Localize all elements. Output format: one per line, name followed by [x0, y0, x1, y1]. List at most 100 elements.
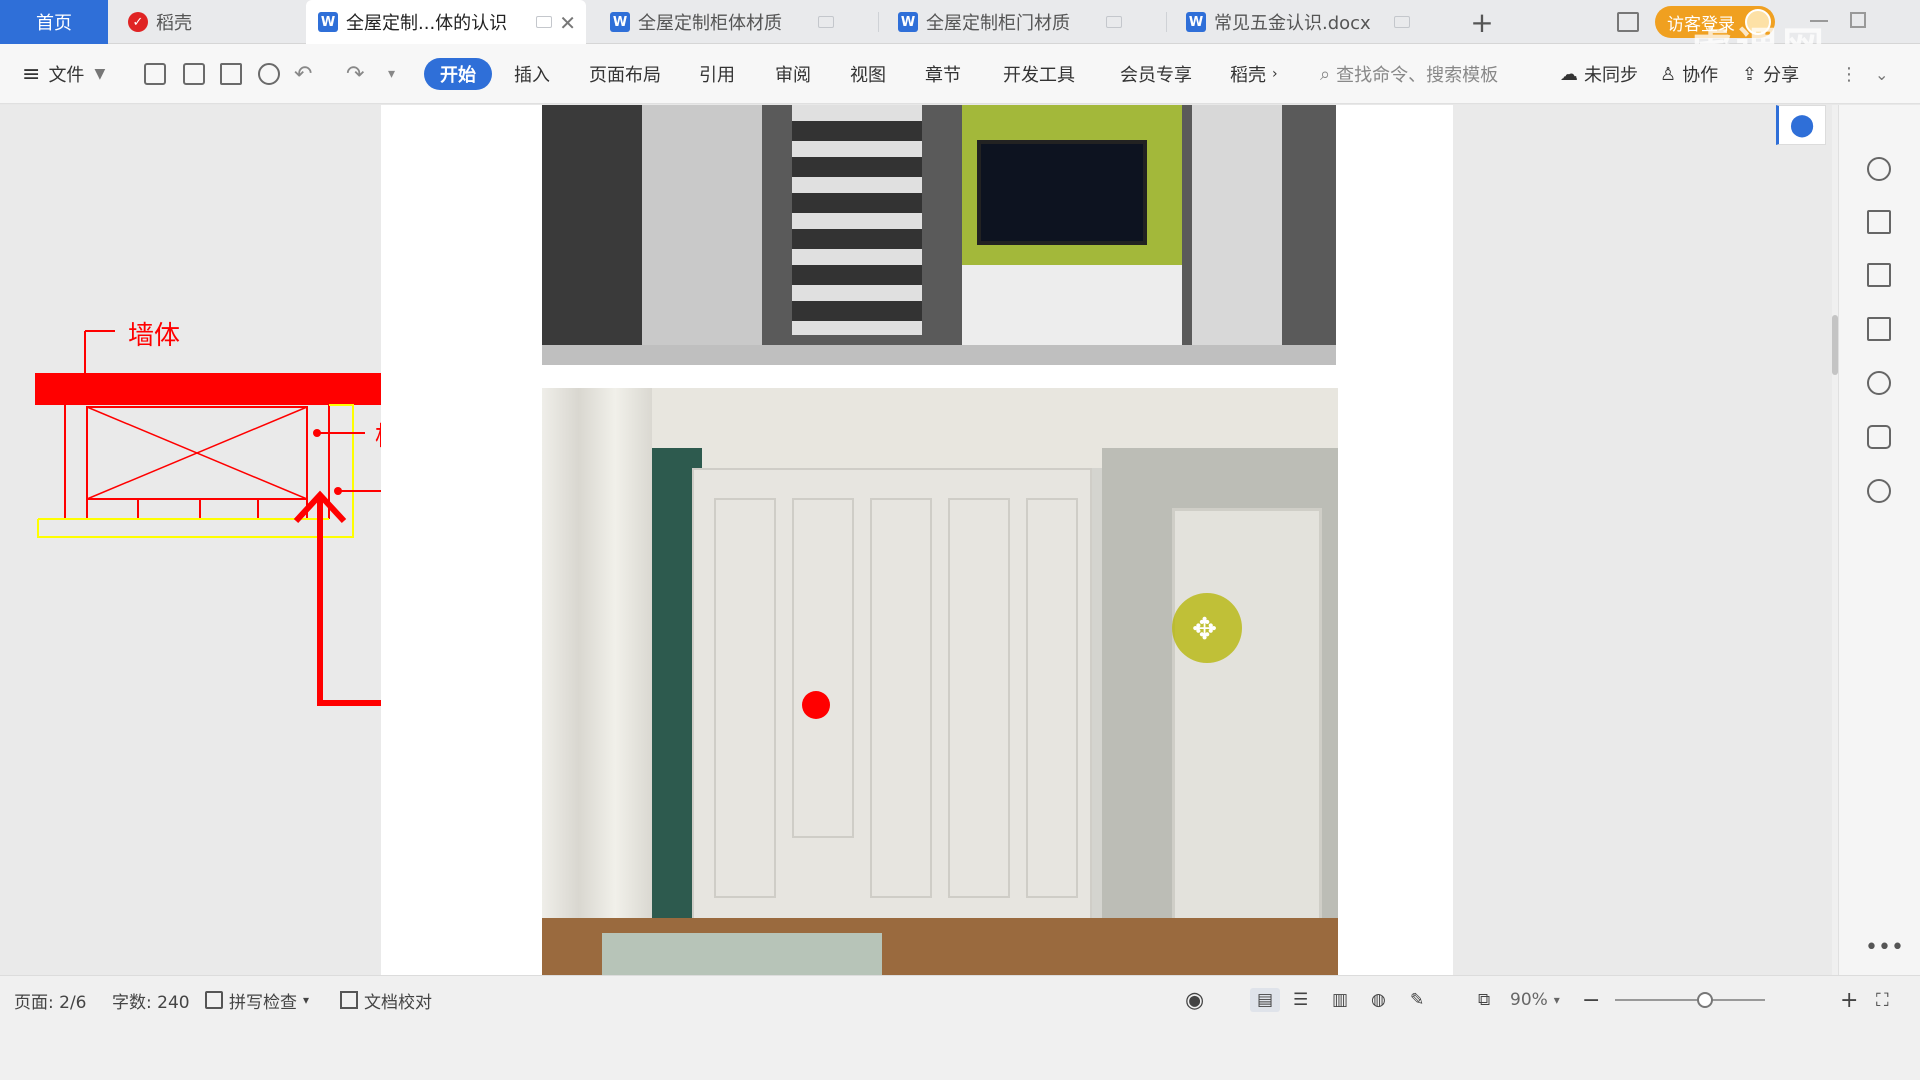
file-menu-label: 文件 — [48, 65, 85, 86]
menu-references-label: 引用 — [699, 65, 735, 86]
menu-view[interactable]: 视图 — [850, 44, 886, 104]
print-preview-icon[interactable] — [258, 63, 280, 85]
zoom-dropdown[interactable]: 90% ▾ — [1510, 988, 1560, 1012]
tab-doc3[interactable]: W 全屋定制柜门材质 — [886, 0, 1166, 44]
word-doc-icon: W — [610, 12, 630, 32]
menu-member-label: 会员专享 — [1120, 65, 1192, 86]
menu-daoke-label: 稻壳 — [1230, 65, 1266, 86]
save-icon[interactable] — [144, 63, 166, 85]
collab-label: 协作 — [1682, 65, 1719, 86]
photo-wardrobe-door — [948, 498, 1010, 898]
hamburger-icon: ≡ — [22, 61, 41, 87]
zoom-slider-track[interactable] — [1615, 999, 1765, 1001]
sync-label: 未同步 — [1584, 65, 1638, 86]
tab-doc-active[interactable]: W 全屋定制...体的认识 ✕ — [306, 0, 586, 44]
web-view-icon[interactable]: ◍ — [1371, 988, 1386, 1012]
daoke-icon: ✓ — [128, 12, 148, 32]
photo-shelf-unit — [792, 105, 922, 335]
word-doc-icon: W — [1186, 12, 1206, 32]
tab-divider — [878, 12, 879, 32]
tab-doc4-label: 常见五金认识.docx — [1214, 13, 1371, 34]
tab-doc4[interactable]: W 常见五金认识.docx — [1174, 0, 1454, 44]
tab-bar: 首页 ✓ 稻壳 W 全屋定制...体的认识 ✕ W 全屋定制柜体材质 W 全屋定… — [0, 0, 1920, 72]
page-view-icon[interactable]: ▤ — [1250, 988, 1280, 1012]
menu-chapter-label: 章节 — [925, 65, 961, 86]
command-search-label: 查找命令、搜索模板 — [1336, 65, 1499, 86]
menu-review[interactable]: 审阅 — [775, 44, 811, 104]
move-cursor-icon: ✥ — [1192, 612, 1218, 647]
pen-icon[interactable] — [1867, 210, 1891, 234]
tab-pin-icon[interactable] — [536, 16, 552, 28]
redo-button[interactable]: ↷ — [346, 44, 364, 104]
image-tool-icon[interactable] — [1867, 425, 1891, 449]
cabinet-body — [86, 406, 308, 520]
location-pin-icon[interactable]: ⬤ — [1776, 105, 1826, 145]
chevron-down-icon: ▾ — [303, 993, 310, 1007]
compass-icon[interactable] — [1867, 479, 1891, 503]
sync-button[interactable]: ☁ 未同步 — [1560, 44, 1638, 104]
spell-check-button[interactable]: 拼写检查 ▾ — [205, 988, 310, 1013]
word-doc-icon: W — [898, 12, 918, 32]
tab-pin-icon[interactable] — [1106, 16, 1122, 28]
zoom-slider-thumb[interactable] — [1697, 992, 1713, 1008]
reading-view-icon[interactable]: ▥ — [1332, 988, 1348, 1012]
menu-references[interactable]: 引用 — [699, 44, 735, 104]
tab-doc2-label: 全屋定制柜体材质 — [638, 13, 782, 34]
rocket-icon[interactable] — [1867, 157, 1891, 181]
quick-access-dropdown[interactable]: ▾ — [388, 44, 395, 104]
zoom-in-button[interactable]: + — [1840, 988, 1858, 1013]
file-menu[interactable]: ≡ 文件 ▼ — [22, 44, 105, 104]
photo-right-cabinet — [1192, 105, 1282, 345]
menu-insert-label: 插入 — [514, 65, 550, 86]
edit-view-icon[interactable]: ✎ — [1410, 988, 1424, 1012]
undo-button[interactable]: ↶ — [294, 44, 312, 104]
photo-tv-cabinet — [962, 265, 1182, 345]
visible-face-outline — [37, 404, 354, 538]
fit-page-icon[interactable]: ⧉ — [1478, 988, 1490, 1012]
fullscreen-icon[interactable]: ⛶ — [1876, 988, 1889, 1012]
menu-chapter[interactable]: 章节 — [925, 44, 961, 104]
tab-pin-icon[interactable] — [1394, 16, 1410, 28]
outline-view-icon[interactable]: ☰ — [1293, 988, 1308, 1012]
menu-developer[interactable]: 开发工具 — [1003, 44, 1075, 104]
tab-home[interactable]: 首页 — [0, 0, 108, 44]
proofread-label: 文档校对 — [364, 992, 432, 1013]
photo-floor — [542, 345, 1336, 365]
command-search[interactable]: ⌕ 查找命令、搜索模板 — [1320, 44, 1498, 104]
export-icon[interactable] — [183, 63, 205, 85]
eye-protection-icon[interactable]: ◉ — [1185, 988, 1204, 1013]
photo-cabinet-door — [642, 105, 762, 355]
more-icon[interactable]: ⋮ — [1840, 44, 1858, 104]
tab-doc3-label: 全屋定制柜门材质 — [926, 13, 1070, 34]
cabinet-door-strip — [86, 498, 308, 520]
photo-living-cabinets — [542, 105, 1336, 365]
zoom-out-button[interactable]: − — [1582, 988, 1600, 1013]
photo-wardrobe-door — [1026, 498, 1078, 898]
menu-member[interactable]: 会员专享 — [1120, 44, 1192, 104]
collab-button[interactable]: ♙ 协作 — [1660, 44, 1718, 104]
print-icon[interactable] — [220, 63, 242, 85]
menu-start[interactable]: 开始 — [424, 58, 492, 90]
layout-icon[interactable] — [1617, 12, 1639, 32]
photo-rug — [602, 933, 882, 975]
more-options-icon[interactable]: ••• — [1865, 935, 1904, 960]
word-count: 字数: 240 — [112, 992, 190, 1013]
close-icon[interactable]: ✕ — [559, 11, 576, 35]
right-side-panel: ••• — [1838, 105, 1920, 975]
zoom-value: 90% — [1510, 990, 1548, 1010]
tab-pin-icon[interactable] — [818, 16, 834, 28]
maximize-button[interactable] — [1850, 12, 1866, 28]
tab-doc2[interactable]: W 全屋定制柜体材质 — [598, 0, 878, 44]
settings-sliders-icon[interactable] — [1867, 317, 1891, 341]
collapse-ribbon-icon[interactable]: ⌄ — [1875, 44, 1888, 104]
proofread-button[interactable]: 文档校对 — [340, 988, 432, 1013]
help-icon[interactable] — [1867, 371, 1891, 395]
menu-daoke[interactable]: 稻壳 › — [1230, 44, 1278, 104]
new-tab-button[interactable]: + — [1462, 0, 1502, 44]
pointer-icon[interactable] — [1867, 263, 1891, 287]
share-button[interactable]: ⇪ 分享 — [1742, 44, 1799, 104]
tab-daoke[interactable]: ✓ 稻壳 — [128, 0, 288, 44]
menu-insert[interactable]: 插入 — [514, 44, 550, 104]
status-bar: 页面: 2/6 字数: 240 拼写检查 ▾ 文档校对 ◉ ▤ ☰ ▥ ◍ ✎ … — [0, 975, 1920, 1080]
menu-page-layout[interactable]: 页面布局 — [589, 44, 661, 104]
